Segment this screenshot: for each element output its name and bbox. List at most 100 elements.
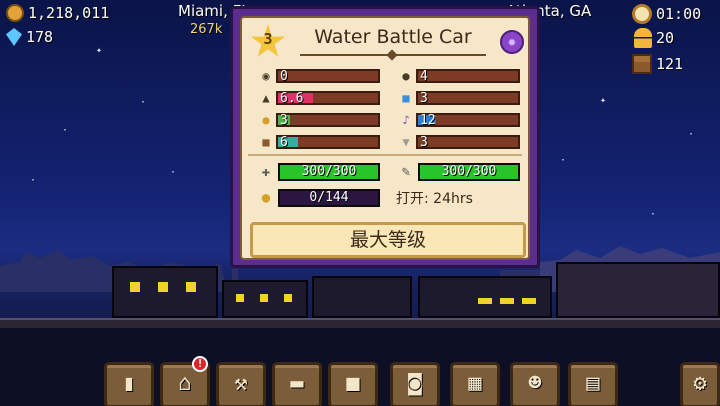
- train-car[interactable]: [112, 266, 218, 318]
- settings-gear-icon[interactable]: ✹: [500, 30, 524, 54]
- stat-value: 12: [420, 113, 436, 128]
- depot-button[interactable]: ▤: [568, 362, 618, 406]
- locomotive[interactable]: [556, 262, 720, 318]
- build-button[interactable]: ⚒: [216, 362, 266, 406]
- cargo-icon: ■: [262, 135, 270, 149]
- conductor-icon: ☻: [528, 371, 542, 396]
- stat-bar: 6: [276, 135, 380, 150]
- stat-value: 6.6: [280, 91, 304, 106]
- stat-bar: 4: [416, 69, 520, 84]
- time-value: 01:00: [656, 5, 702, 23]
- train-window: [158, 282, 168, 292]
- star: ·: [650, 209, 657, 220]
- meter-bar: 300/300: [278, 163, 380, 181]
- stat-cargo: ■ 6: [258, 134, 380, 150]
- book-icon: ▮: [122, 371, 136, 396]
- bomb-icon: ●: [402, 69, 410, 83]
- stat-bar: 3: [276, 113, 380, 128]
- cleanliness-value: 300/300: [441, 164, 497, 179]
- train-car[interactable]: [312, 276, 412, 318]
- stat-bomb: ● 4: [398, 68, 520, 84]
- durability-value: 300/300: [301, 164, 357, 179]
- meter-bar: 300/300: [418, 163, 520, 181]
- coin-icon: [6, 4, 24, 22]
- open-duration-label: 打开: 24hrs: [396, 191, 473, 207]
- train-window: [130, 282, 140, 292]
- passenger-icon: [634, 28, 652, 48]
- coin-meter: ● 0/144: [256, 188, 380, 208]
- train-window: [522, 298, 536, 304]
- star: ·: [140, 97, 147, 108]
- stat-bar: 12: [416, 113, 520, 128]
- book-button[interactable]: ▮: [104, 362, 154, 406]
- coin-amount: 1,218,011: [28, 4, 110, 22]
- train-window: [236, 294, 244, 302]
- car-level: 3: [263, 30, 273, 48]
- stat-robot: ■ 3: [398, 90, 520, 106]
- settings-button[interactable]: ⚙: [680, 362, 720, 406]
- weight-icon: ▲: [262, 91, 270, 105]
- stat-value: 6: [280, 135, 288, 150]
- stat-bar: 3: [416, 135, 520, 150]
- passenger-counter: 20: [634, 28, 674, 48]
- crate-icon: [632, 54, 652, 74]
- map-icon: ▦: [468, 371, 482, 396]
- clock-icon: [632, 4, 652, 24]
- star: ·: [30, 175, 37, 186]
- stat-bar: 3: [416, 91, 520, 106]
- star: ✦: [600, 95, 607, 106]
- cleanliness-meter: ✎ 300/300: [396, 162, 520, 182]
- stat-value: 3: [420, 135, 428, 150]
- wrench-icon: ✚: [261, 164, 271, 180]
- cargo-counter: 121: [632, 54, 683, 74]
- star: ·: [62, 125, 69, 136]
- stat-bar: 6.6: [276, 91, 380, 106]
- stat-value: 4: [420, 69, 428, 84]
- max-level-button[interactable]: 最大等级: [250, 222, 526, 258]
- map-button[interactable]: ▦: [450, 362, 500, 406]
- coin-icon: ●: [261, 190, 271, 206]
- title-divider: [300, 54, 486, 56]
- train-window: [186, 282, 196, 292]
- train-window: [260, 294, 268, 302]
- train-window: [284, 294, 292, 302]
- stat-speed: ◉ 0: [258, 68, 380, 84]
- distance-label: 267k: [190, 22, 223, 37]
- camera-button[interactable]: ◙: [390, 362, 440, 406]
- coin-counter: 1,218,011: [6, 4, 109, 22]
- durability-meter: ✚ 300/300: [256, 162, 380, 182]
- train-car[interactable]: [418, 276, 552, 318]
- train-window: [500, 298, 514, 304]
- panel-divider: [248, 154, 522, 156]
- mop-icon: ✎: [401, 164, 411, 180]
- robot-icon: ■: [402, 91, 410, 105]
- trains-button[interactable]: ▬: [272, 362, 322, 406]
- gear-icon: ⚙: [693, 371, 707, 396]
- stat-toilet: ▼ 3: [398, 134, 520, 150]
- cars-icon: ■: [346, 371, 360, 396]
- cars-button[interactable]: ■: [328, 362, 378, 406]
- train-window: [478, 298, 492, 304]
- stat-weight: ▲ 6.6: [258, 90, 380, 106]
- stat-bar: 0: [276, 69, 380, 84]
- crew-button[interactable]: ☻: [510, 362, 560, 406]
- passenger-icon: ●: [262, 113, 270, 127]
- star: ·: [170, 167, 177, 178]
- hammer-icon: ⚒: [234, 371, 248, 396]
- passenger-count: 20: [656, 29, 675, 47]
- camera-icon: ◙: [408, 371, 422, 396]
- star: ·: [560, 155, 567, 166]
- meter-bar: 0/144: [278, 189, 380, 207]
- stat-passengers: ● 3: [258, 112, 380, 128]
- train-icon: ▬: [290, 371, 304, 396]
- toilet-icon: ▼: [402, 135, 410, 149]
- star: ✦: [96, 45, 103, 56]
- coin-meter-value: 0/144: [309, 190, 349, 205]
- stat-value: 3: [420, 91, 428, 106]
- speed-icon: ◉: [262, 69, 270, 83]
- cargo-count: 121: [656, 55, 684, 73]
- car-title: Water Battle Car: [314, 26, 472, 48]
- star: ·: [688, 129, 695, 140]
- stat-music: ♪ 12: [398, 112, 520, 128]
- stat-value: 3: [280, 113, 288, 128]
